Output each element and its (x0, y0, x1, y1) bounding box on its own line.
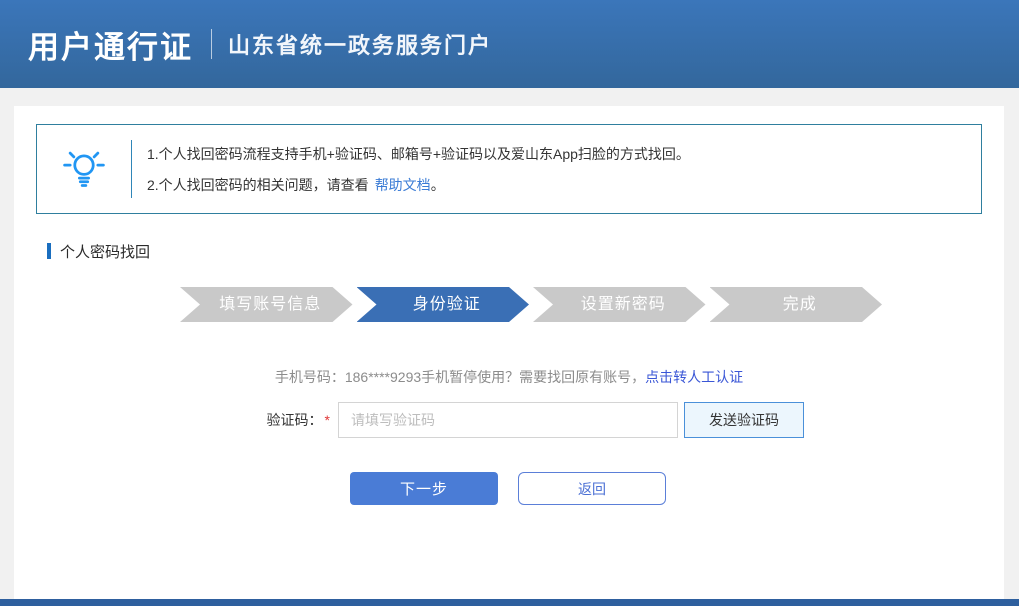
notice-line-2: 2.个人找回密码的相关问题，请查看帮助文档。 (147, 175, 690, 195)
account-info-text: 手机号码：186****9293手机暂停使用？需要找回原有账号， (275, 369, 645, 385)
portal-subtitle: 山东省统一政务服务门户 (228, 28, 492, 60)
step-set-new-password: 设置新密码 (533, 287, 706, 322)
footer-bar (0, 599, 1019, 606)
back-button[interactable]: 返回 (518, 472, 666, 505)
required-asterisk: * (325, 412, 330, 428)
notice-box: 1.个人找回密码流程支持手机+验证码、邮箱号+验证码以及爱山东App扫脸的方式找… (36, 124, 982, 214)
captcha-label-text: 验证码： (267, 412, 323, 428)
manual-verification-link[interactable]: 点击转人工认证 (645, 369, 743, 385)
lightbulb-icon (60, 141, 108, 198)
captcha-input[interactable] (338, 402, 678, 438)
step-complete: 完成 (710, 287, 883, 322)
content-card: 1.个人找回密码流程支持手机+验证码、邮箱号+验证码以及爱山东App扫脸的方式找… (14, 106, 1004, 599)
notice-icon-cell (37, 141, 131, 198)
send-code-button[interactable]: 发送验证码 (684, 402, 804, 438)
captcha-label: 验证码：* (226, 402, 330, 438)
account-info-line: 手机号码：186****9293手机暂停使用？需要找回原有账号，点击转人工认证 (14, 367, 1004, 387)
portal-header: 用户通行证 山东省统一政务服务门户 (0, 0, 1019, 88)
section-title-bar (47, 243, 51, 259)
notice-line-2-period: 。 (431, 177, 445, 193)
step-indicator: 填写账号信息 身份验证 设置新密码 完成 (180, 287, 882, 322)
help-doc-link[interactable]: 帮助文档 (375, 177, 431, 193)
section-title: 个人密码找回 (47, 242, 150, 260)
next-step-button[interactable]: 下一步 (350, 472, 498, 505)
step-fill-account-info: 填写账号信息 (180, 287, 353, 322)
portal-title: 用户通行证 (28, 22, 193, 67)
step-identity-verification: 身份验证 (357, 287, 530, 322)
section-title-text: 个人密码找回 (60, 241, 150, 262)
notice-line-2-text: 2.个人找回密码的相关问题，请查看 (147, 177, 369, 193)
header-divider (211, 29, 212, 59)
notice-text: 1.个人找回密码流程支持手机+验证码、邮箱号+验证码以及爱山东App扫脸的方式找… (132, 144, 690, 195)
notice-line-1: 1.个人找回密码流程支持手机+验证码、邮箱号+验证码以及爱山东App扫脸的方式找… (147, 144, 690, 164)
